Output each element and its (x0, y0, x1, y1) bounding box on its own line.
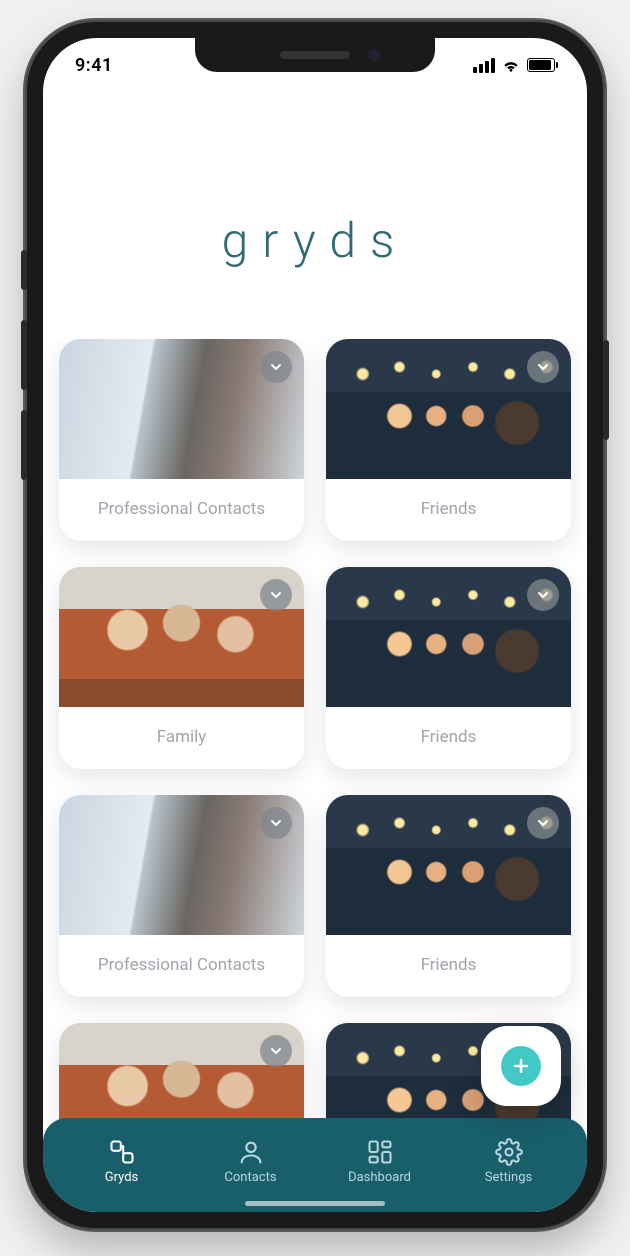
card-expand-button[interactable] (527, 351, 559, 383)
contacts-icon (237, 1138, 265, 1166)
cellular-icon (473, 58, 495, 73)
gryds-icon (108, 1138, 136, 1166)
app-logo-text: gryds (222, 212, 409, 269)
card-expand-button[interactable] (260, 579, 292, 611)
card-family[interactable]: Family (59, 567, 304, 769)
card-label: Family (59, 707, 304, 769)
chevron-down-icon (535, 359, 551, 375)
card-expand-button[interactable] (527, 807, 559, 839)
speaker (280, 51, 350, 59)
front-camera (368, 49, 380, 61)
card-friends[interactable]: Friends (326, 567, 571, 769)
nav-dashboard[interactable]: Dashboard (315, 1138, 444, 1185)
app-logo: gryds (43, 92, 587, 339)
card-professional-contacts[interactable]: Professional Contacts (59, 339, 304, 541)
card-label: Professional Contacts (59, 479, 304, 541)
side-button (21, 320, 27, 390)
side-button (603, 340, 609, 440)
card-expand-button[interactable] (260, 351, 292, 383)
chevron-down-icon (268, 587, 284, 603)
card-expand-button[interactable] (527, 579, 559, 611)
nav-label: Gryds (105, 1170, 138, 1185)
notch (195, 38, 435, 72)
card-professional-contacts[interactable]: Professional Contacts (59, 795, 304, 997)
nav-gryds[interactable]: Gryds (57, 1138, 186, 1185)
dashboard-icon (366, 1138, 394, 1166)
card-label: Friends (326, 935, 571, 997)
nav-label: Contacts (224, 1170, 276, 1185)
screen: 9:41 gryds (43, 38, 587, 1212)
plus-icon (501, 1046, 541, 1086)
card-friends[interactable]: Friends (326, 339, 571, 541)
status-time: 9:41 (75, 55, 113, 76)
card-label: Friends (326, 479, 571, 541)
app-root: gryds Professional Contacts (43, 92, 587, 1212)
card-expand-button[interactable] (260, 807, 292, 839)
bottom-nav: Gryds Contacts Dashboard (43, 1118, 587, 1212)
card-friends[interactable]: Friends (326, 795, 571, 997)
wifi-icon (501, 58, 521, 73)
battery-icon (527, 58, 555, 72)
add-button[interactable] (481, 1026, 561, 1106)
chevron-down-icon (268, 359, 284, 375)
status-indicators (473, 58, 555, 73)
nav-settings[interactable]: Settings (444, 1138, 573, 1185)
card-label: Friends (326, 707, 571, 769)
nav-label: Settings (485, 1170, 532, 1185)
chevron-down-icon (268, 815, 284, 831)
chevron-down-icon (268, 1043, 284, 1059)
card-expand-button[interactable] (260, 1035, 292, 1067)
chevron-down-icon (535, 587, 551, 603)
chevron-down-icon (535, 815, 551, 831)
side-button (21, 410, 27, 480)
home-indicator[interactable] (245, 1201, 385, 1206)
side-button (21, 250, 27, 290)
phone-frame: 9:41 gryds (25, 20, 605, 1230)
nav-contacts[interactable]: Contacts (186, 1138, 315, 1185)
nav-label: Dashboard (348, 1170, 411, 1185)
card-label: Professional Contacts (59, 935, 304, 997)
settings-icon (495, 1138, 523, 1166)
